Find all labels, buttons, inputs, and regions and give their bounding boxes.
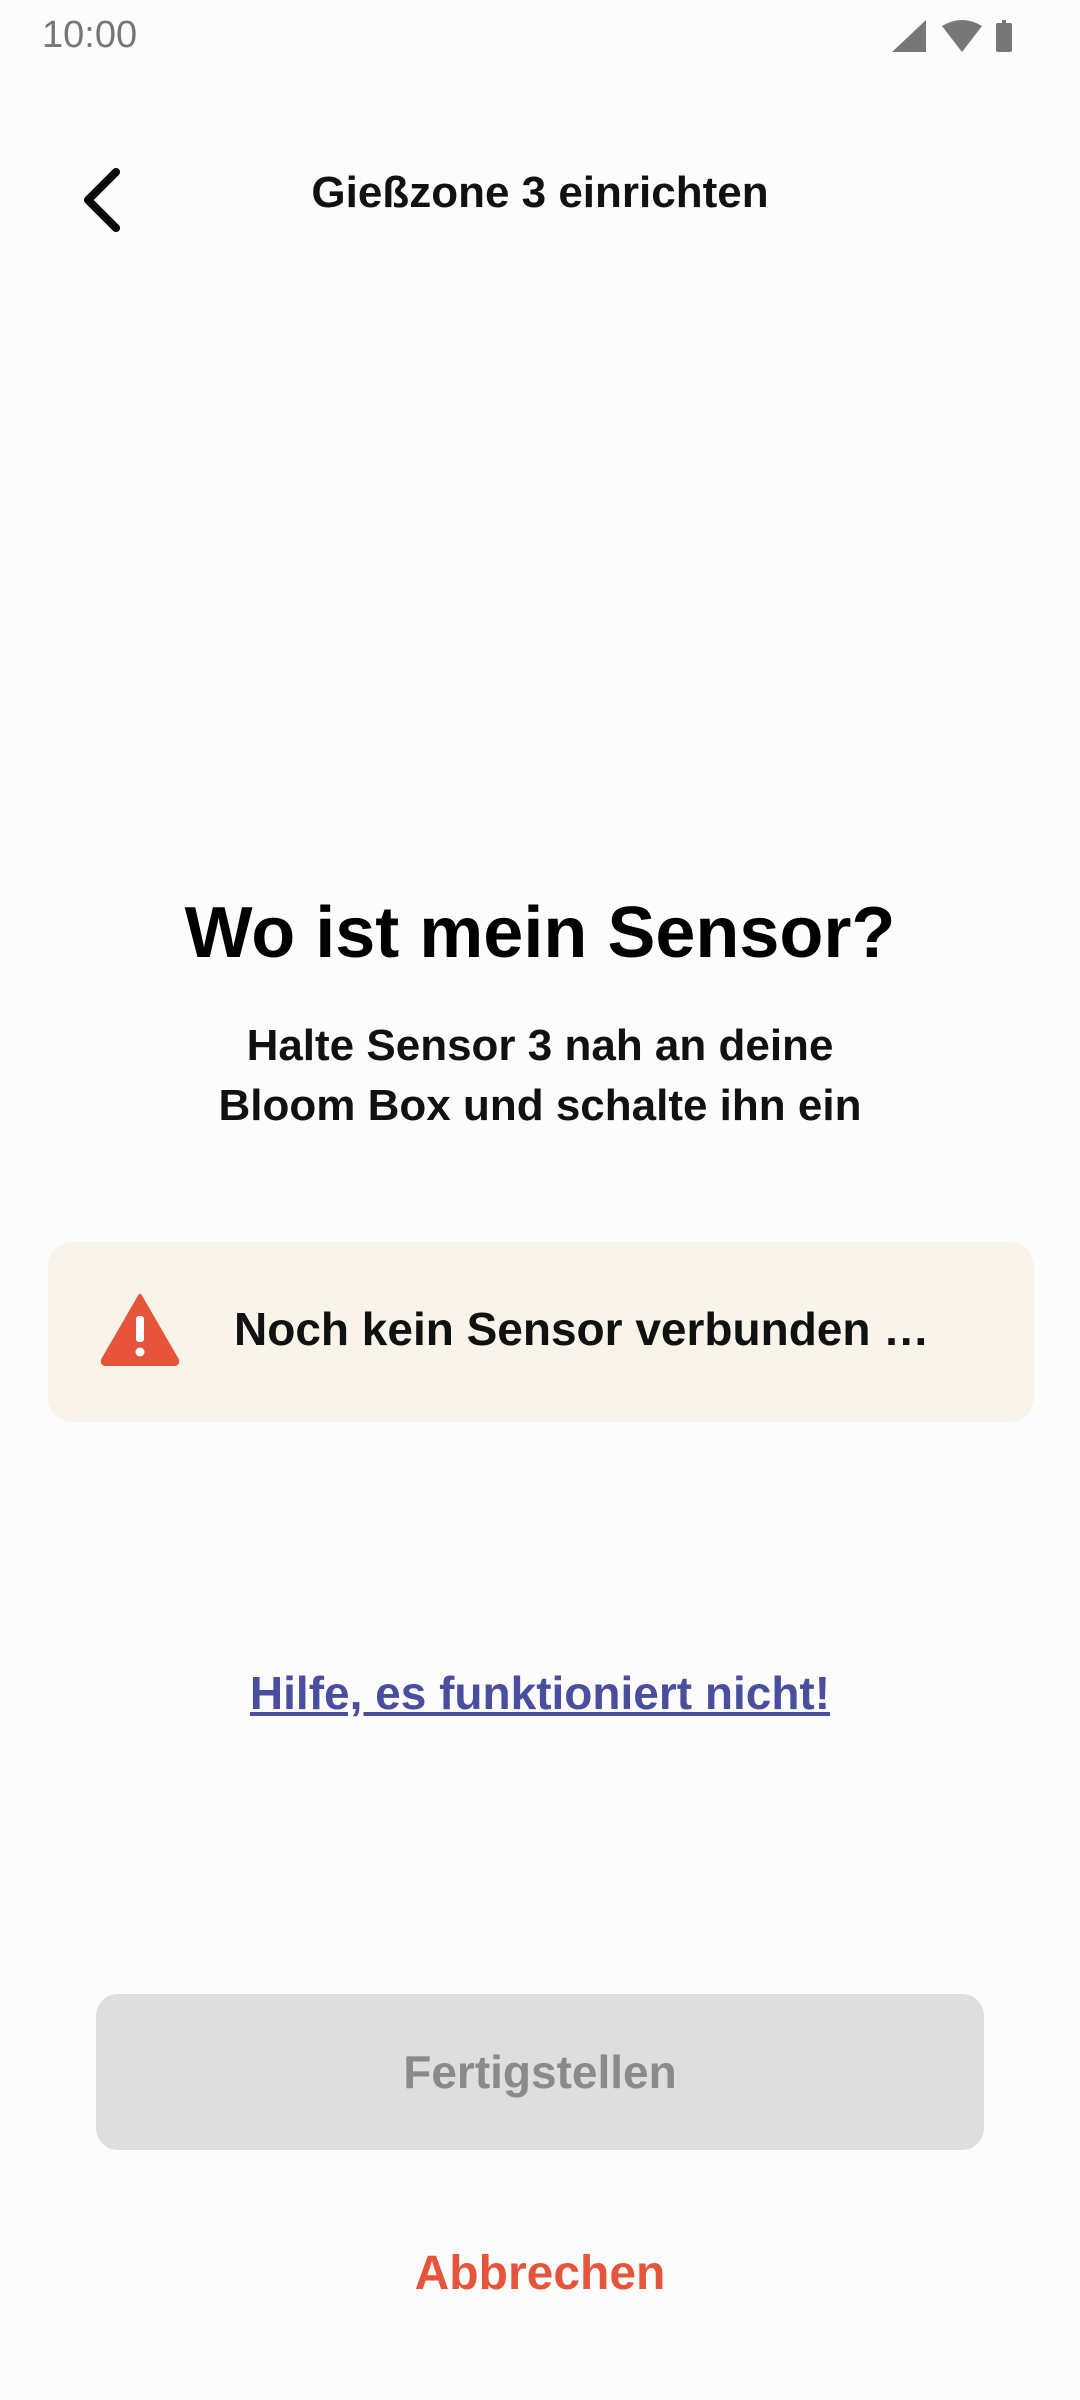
alert-text: Noch kein Sensor verbunden …	[234, 1303, 930, 1355]
warning-icon	[100, 1294, 180, 1366]
status-icons	[890, 18, 1030, 54]
battery-icon	[996, 20, 1012, 52]
page-title: Gießzone 3 einrichten	[311, 168, 769, 217]
wifi-icon	[942, 20, 982, 52]
instruction-line-2: Bloom Box und schalte ihn ein	[218, 1081, 862, 1130]
status-time: 10:00	[42, 14, 138, 56]
signal-icon	[892, 20, 926, 52]
finish-button[interactable]: Fertigstellen	[96, 1994, 984, 2150]
sensor-status-alert: Noch kein Sensor verbunden …	[48, 1242, 1034, 1422]
instruction-line-1: Halte Sensor 3 nah an deine	[246, 1021, 834, 1070]
cancel-button[interactable]: Abbrechen	[0, 2246, 1080, 2301]
headline: Wo ist mein Sensor?	[184, 893, 896, 973]
instruction-text: Halte Sensor 3 nah an deine Bloom Box un…	[0, 1016, 1080, 1136]
help-link[interactable]: Hilfe, es funktioniert nicht!	[0, 1666, 1080, 1720]
